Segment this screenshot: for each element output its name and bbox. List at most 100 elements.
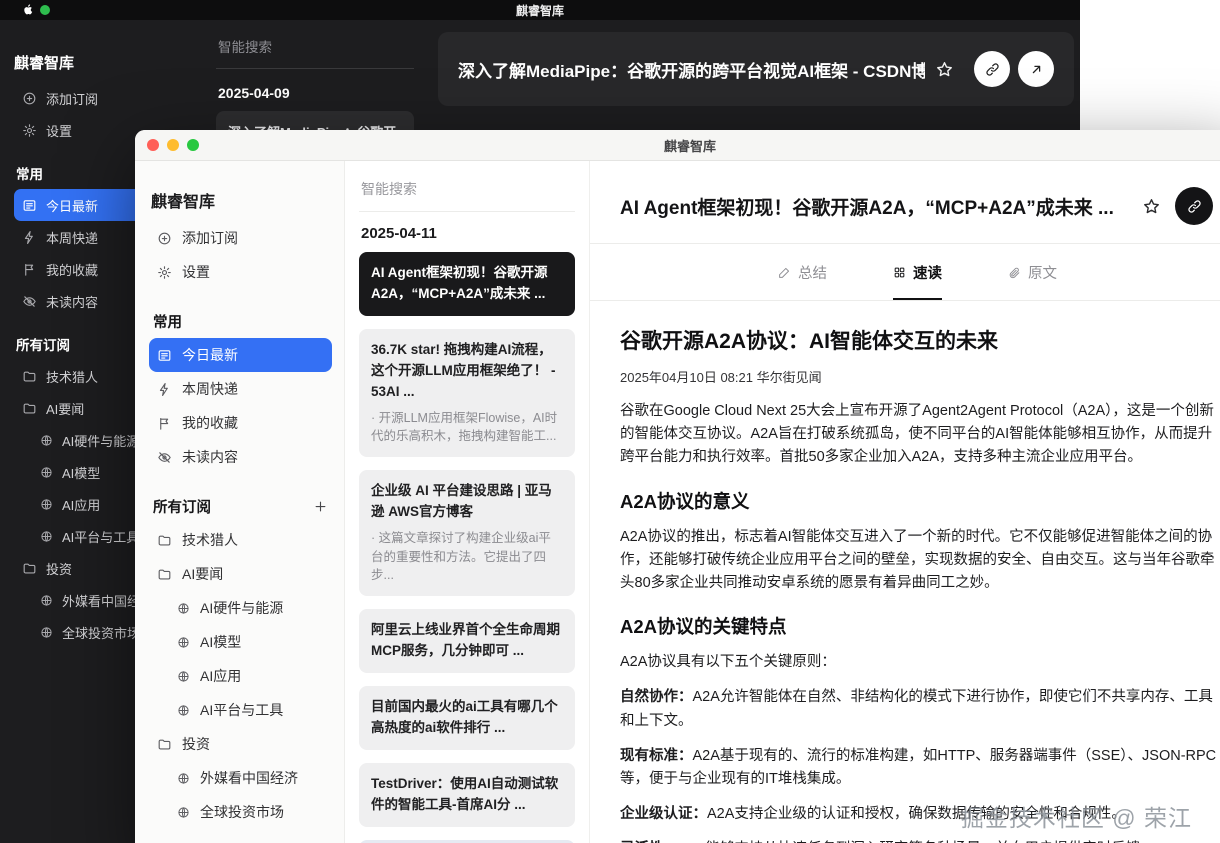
article-card-title: TestDriver：使用AI自动测试软件的智能工具-首席AI分 ... (371, 775, 559, 812)
sidebar-folder-tech-hunter[interactable]: 技术猎人 (149, 523, 332, 557)
sidebar-feed-ai-platforms[interactable]: AI平台与工具 (149, 693, 332, 727)
tab-label: 总结 (798, 265, 827, 282)
sidebar-item-label: 今日最新 (46, 198, 99, 214)
sidebar-item-weekly-express[interactable]: 本周快递 (149, 372, 332, 406)
sidebar-item-label: 未读内容 (46, 294, 99, 310)
flag-icon (157, 416, 172, 431)
grid-icon (893, 266, 906, 279)
article-list-item[interactable]: 36.7K star! 拖拽构建AI流程，这个开源LLM应用框架绝了！ - 53… (359, 328, 575, 458)
flag-icon (22, 262, 37, 277)
article-list-item[interactable]: 阿里云上线业界首个全生命周期 MCP服务，几分钟即可 ... (359, 609, 575, 674)
folder-icon (157, 533, 172, 548)
sidebar-feed-ai-models[interactable]: AI模型 (149, 625, 332, 659)
article-list-item-selected[interactable]: AI Agent框架初现！谷歌开源A2A，“MCP+A2A”成未来 ... (359, 252, 575, 316)
sidebar-item-add-subscription[interactable]: 添加订阅 (149, 221, 332, 255)
article-list-item[interactable]: TestDriver：使用AI自动测试软件的智能工具-首席AI分 ... (359, 762, 575, 827)
date-header: 2025-04-11 (361, 225, 437, 242)
sidebar-item-unread[interactable]: 未读内容 (149, 440, 332, 474)
sidebar-folder-investment[interactable]: 投资 (149, 727, 332, 761)
link-icon (985, 62, 1000, 77)
article-card-title: 阿里云上线业界首个全生命周期 MCP服务，几分钟即可 ... (371, 622, 560, 659)
screen: 麒睿智库 麒睿智库 添加订阅 设置 常用 今日最新 本周快递 我的收藏 未读内容… (0, 0, 1220, 843)
feature-text: A2A基于现有的、流行的标准构建，如HTTP、服务器端事件（SSE）、JSON-… (620, 747, 1217, 787)
plus-circle-icon (157, 231, 172, 246)
article-list-item[interactable]: 目前国内最火的ai工具有哪几个 高热度的ai软件排行 ... (359, 686, 575, 750)
external-link-icon (1029, 62, 1044, 77)
feature-text: A2A支持企业级的认证和授权，确保数据传输的安全性和合规性。 (707, 806, 1126, 823)
link-button[interactable] (974, 51, 1010, 87)
sidebar-item-label: 设置 (46, 123, 73, 139)
feature-text: A2A允许智能体在自然、非结构化的模式下进行协作，即使它们不共享内存、工具和上下… (620, 689, 1213, 729)
article-header: 深入了解MediaPipe：谷歌开源的跨平台视觉AI框架 - CSDN博客 (438, 32, 1074, 106)
paperclip-icon (1008, 266, 1021, 279)
sidebar-folder-ai-news[interactable]: AI要闻 (149, 557, 332, 591)
section-label: 常用 (153, 314, 182, 331)
sidebar-item-label: AI要闻 (182, 566, 224, 582)
article-card-title: AI Agent框架初现！谷歌开源A2A，“MCP+A2A”成未来 ... (371, 265, 548, 301)
article-title: AI Agent框架初现！谷歌开源A2A，“MCP+A2A”成未来 ... (620, 197, 1114, 219)
sidebar-section-all-subscriptions: 所有订阅 (149, 489, 332, 523)
sidebar-feed-ai-apps[interactable]: AI应用 (149, 659, 332, 693)
article-list: 智能搜索 2025-04-11 AI Agent框架初现！谷歌开源A2A，“MC… (345, 161, 590, 843)
newspaper-icon (157, 348, 172, 363)
feature-label: 现有标准： (620, 747, 693, 764)
globe-icon (40, 498, 53, 511)
sidebar-item-label: 添加订阅 (182, 230, 238, 246)
feature-item: 企业级认证：A2A支持企业级的认证和授权，确保数据传输的安全性和合规性。 (620, 803, 1219, 826)
paragraph: A2A协议的推出，标志着AI智能体交互进入了一个新的时代。它不仅能够促进智能体之… (620, 528, 1215, 591)
window-titlebar: 麒睿智库 (135, 130, 1220, 161)
sidebar-item-settings[interactable]: 设置 (149, 255, 332, 289)
sidebar-item-add-subscription[interactable]: 添加订阅 (14, 82, 190, 114)
sidebar-item-label: 技术猎人 (46, 369, 99, 385)
apple-logo-icon (22, 3, 35, 16)
paragraph: A2A协议具有以下五个关键原则： (620, 654, 836, 671)
paragraph: 谷歌在Google Cloud Next 25大会上宣布开源了Agent2Age… (620, 403, 1214, 466)
background-window-titlebar: 麒睿智库 (0, 0, 1080, 20)
sidebar-item-label: 全球投资市场 (200, 804, 284, 820)
sidebar-feed-foreign-media-china[interactable]: 外媒看中国经济 (149, 761, 332, 795)
add-folder-plus-icon[interactable] (313, 499, 328, 514)
sidebar-item-label: 未读内容 (182, 449, 238, 465)
sidebar-item-favorites[interactable]: 我的收藏 (149, 406, 332, 440)
tab-original[interactable]: 原文 (1008, 244, 1057, 300)
sidebar-item-today-latest[interactable]: 今日最新 (149, 338, 332, 372)
sidebar-item-label: AI平台与工具 (62, 529, 140, 545)
sidebar-item-label: AI平台与工具 (200, 702, 284, 718)
plus-circle-icon (22, 91, 37, 106)
pen-icon (778, 266, 791, 279)
window-title: 麒睿智库 (663, 138, 716, 154)
globe-icon (177, 806, 190, 819)
minimize-button[interactable] (167, 139, 179, 151)
tab-summary[interactable]: 总结 (778, 244, 827, 300)
section-label: 所有订阅 (153, 499, 211, 516)
sidebar-item-label: AI模型 (62, 465, 101, 481)
sidebar-item-label: 设置 (182, 264, 210, 280)
link-icon (1187, 199, 1202, 214)
zoom-button[interactable] (187, 139, 199, 151)
star-button[interactable] (935, 60, 954, 79)
section-title: A2A协议的关键特点 (620, 616, 787, 638)
sidebar-item-label: AI应用 (62, 497, 101, 513)
sidebar-item-label: 今日最新 (182, 347, 238, 363)
search-input[interactable]: 智能搜索 (216, 20, 414, 68)
globe-icon (40, 594, 53, 607)
sidebar-feed-global-markets[interactable]: 全球投资市场 (149, 795, 332, 829)
sidebar-item-label: 我的收藏 (182, 415, 238, 431)
close-button[interactable] (147, 139, 159, 151)
sidebar-app-name: 麒睿智库 (14, 54, 75, 72)
sidebar-item-label: 技术猎人 (182, 532, 238, 548)
article-title: 深入了解MediaPipe：谷歌开源的跨平台视觉AI框架 - CSDN博客 (458, 61, 925, 81)
open-external-button[interactable] (1018, 51, 1054, 87)
folder-icon (22, 369, 37, 384)
article-list-item[interactable]: 企业级 AI 平台建设思路 | 亚马逊 AWS官方博客 · 这篇文章探讨了构建企… (359, 470, 575, 597)
tab-speed-read[interactable]: 速读 (893, 244, 942, 300)
bolt-icon (22, 230, 37, 245)
search-input[interactable]: 智能搜索 (359, 161, 575, 211)
article-header: AI Agent框架初现！谷歌开源A2A，“MCP+A2A”成未来 ... (590, 161, 1220, 244)
globe-icon (177, 772, 190, 785)
link-button[interactable] (1175, 187, 1213, 225)
star-button[interactable] (1142, 197, 1161, 216)
article-card-title: 企业级 AI 平台建设思路 | 亚马逊 AWS官方博客 (371, 483, 552, 520)
sidebar-feed-ai-hardware[interactable]: AI硬件与能源 (149, 591, 332, 625)
sidebar-item-label: 投资 (46, 561, 73, 577)
